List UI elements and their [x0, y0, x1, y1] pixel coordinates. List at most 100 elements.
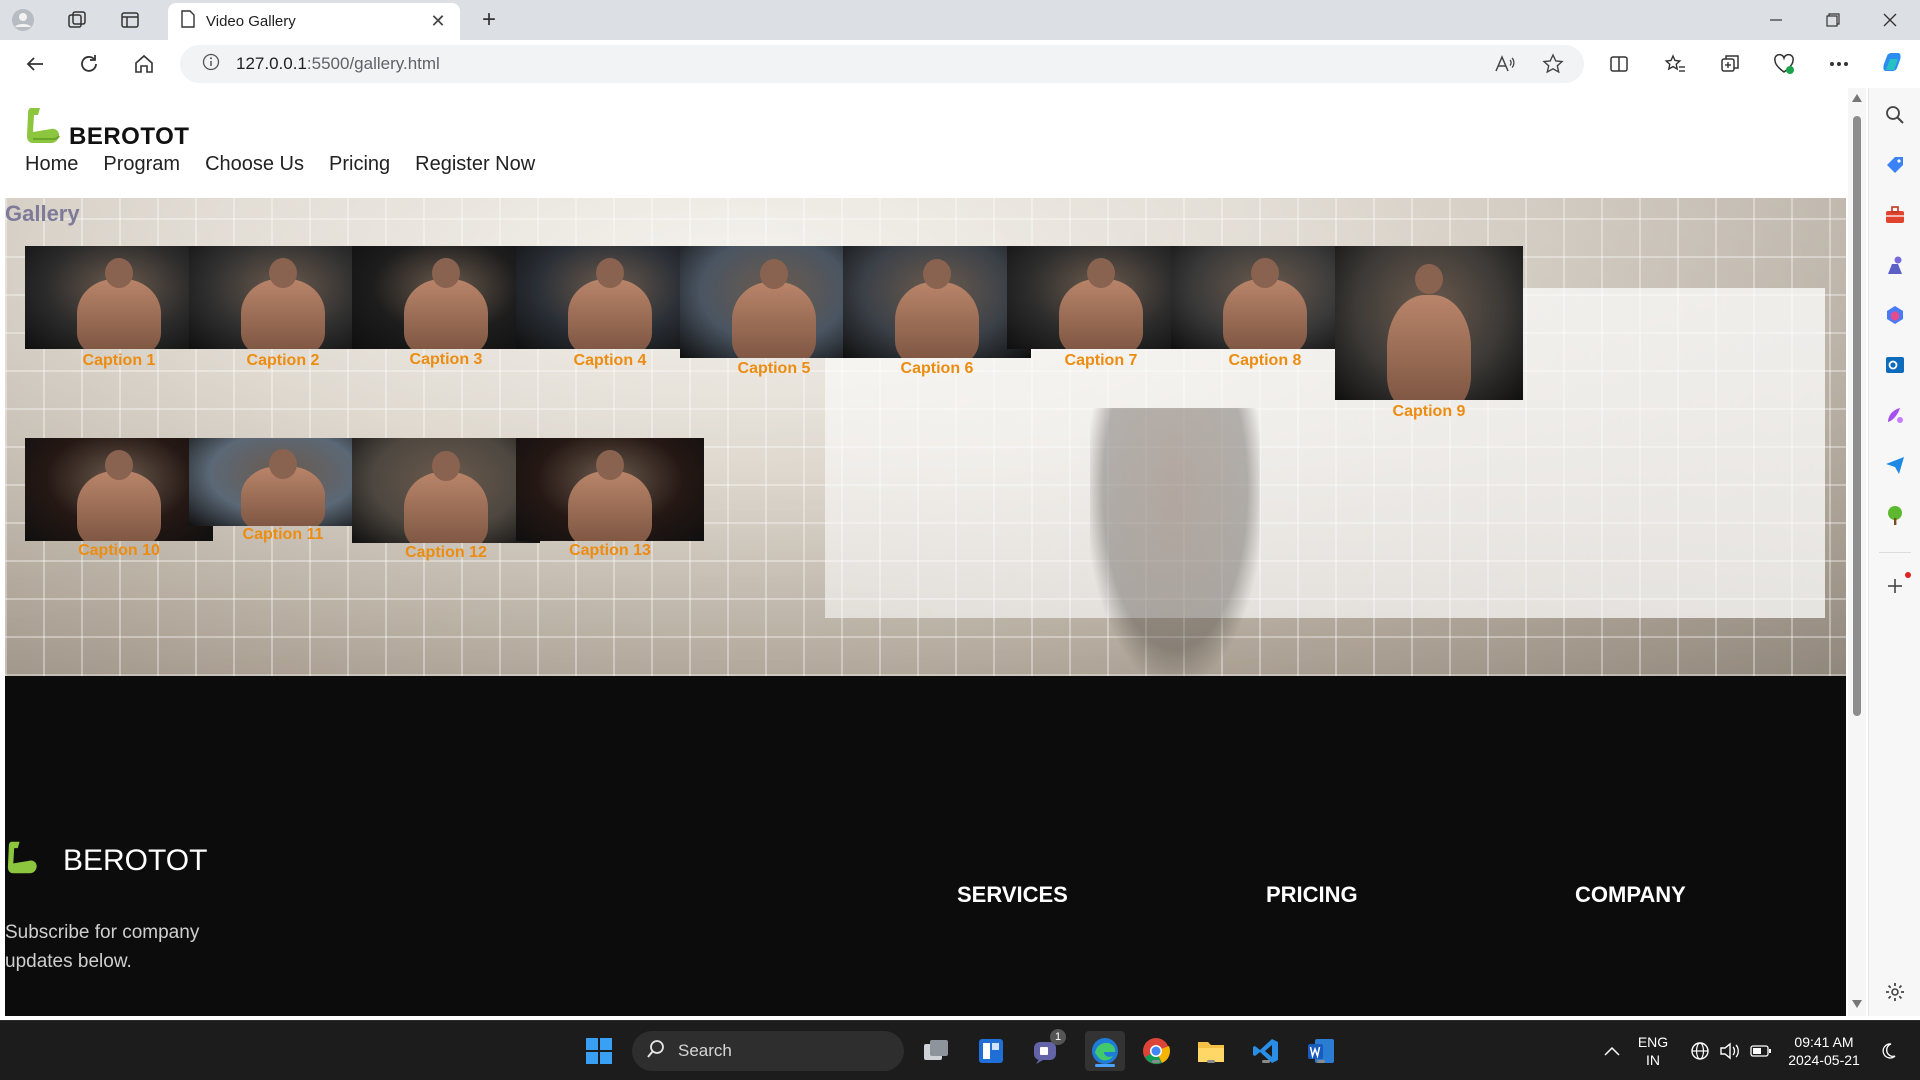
gallery-card[interactable]: Caption 6: [843, 246, 1031, 378]
tab-video-gallery[interactable]: Video Gallery ✕: [168, 3, 460, 40]
gallery-thumbnail[interactable]: [25, 438, 213, 541]
new-tab-button[interactable]: +: [474, 6, 504, 34]
gallery-thumbnail[interactable]: [189, 246, 377, 349]
network-globe-icon[interactable]: [1684, 1035, 1716, 1067]
nav-choose-us[interactable]: Choose Us: [205, 153, 304, 176]
shopping-tag-icon[interactable]: [1883, 153, 1907, 177]
site-info-icon[interactable]: [202, 53, 220, 76]
taskbar-search[interactable]: Search: [632, 1031, 904, 1071]
workspaces-icon[interactable]: [62, 6, 92, 34]
footer-logo[interactable]: BEROTOT: [5, 840, 207, 881]
home-icon[interactable]: [127, 48, 161, 80]
teams-badge: 1: [1050, 1029, 1066, 1045]
settings-gear-icon[interactable]: [1883, 980, 1907, 1004]
reload-icon[interactable]: [72, 48, 106, 80]
gallery-thumbnail[interactable]: [516, 438, 704, 541]
gallery-thumbnail[interactable]: [189, 438, 377, 526]
site-logo[interactable]: BEROTOT: [25, 106, 189, 151]
designer-icon[interactable]: [1883, 403, 1907, 427]
split-screen-icon[interactable]: [1604, 50, 1634, 78]
battery-icon[interactable]: [1745, 1035, 1777, 1067]
gallery-card[interactable]: Caption 13: [516, 438, 704, 560]
gallery-thumbnail[interactable]: [25, 246, 213, 349]
copilot-icon[interactable]: [1878, 50, 1908, 78]
favorites-icon[interactable]: [1660, 50, 1690, 78]
athlete-figure: [1223, 279, 1307, 349]
url-host: 127.0.0.1: [236, 54, 307, 73]
athlete-head: [1087, 258, 1115, 288]
send-icon[interactable]: [1883, 453, 1907, 477]
gallery-thumbnail[interactable]: [352, 438, 540, 543]
microsoft-365-icon[interactable]: [1883, 303, 1907, 327]
gallery-thumbnail[interactable]: [843, 246, 1031, 358]
nav-register-now[interactable]: Register Now: [415, 153, 535, 176]
teams-chat-icon[interactable]: 1: [1030, 1029, 1066, 1067]
gallery-card[interactable]: Caption 11: [189, 438, 377, 544]
volume-icon[interactable]: [1714, 1035, 1746, 1067]
tools-icon[interactable]: [1883, 203, 1907, 227]
gallery-card[interactable]: Caption 3: [352, 246, 540, 369]
athlete-head: [432, 451, 460, 481]
gallery-card[interactable]: Caption 2: [189, 246, 377, 370]
page-icon: [180, 10, 196, 33]
edge-taskbar-icon[interactable]: [1085, 1031, 1125, 1071]
gallery-thumbnail[interactable]: [1335, 246, 1523, 400]
footer-pricing-heading: PRICING: [1266, 882, 1358, 907]
language-indicator[interactable]: ENG IN: [1636, 1033, 1670, 1069]
show-hidden-icons-chevron-icon[interactable]: [1596, 1035, 1628, 1067]
games-icon[interactable]: [1883, 253, 1907, 277]
gallery-card[interactable]: Caption 10: [25, 438, 213, 560]
outlook-icon[interactable]: [1883, 353, 1907, 377]
vscode-icon[interactable]: [1250, 1035, 1282, 1067]
favorite-star-icon[interactable]: [1538, 50, 1568, 78]
minimize-icon[interactable]: [1756, 6, 1796, 34]
gallery-card[interactable]: Caption 9: [1335, 246, 1523, 421]
browser-essentials-icon[interactable]: [1769, 50, 1799, 78]
gallery-card[interactable]: Caption 5: [680, 246, 868, 378]
tree-icon[interactable]: [1883, 503, 1907, 527]
gallery-caption: Caption 5: [737, 360, 811, 377]
close-tab-icon[interactable]: ✕: [428, 11, 448, 32]
tab-actions-icon[interactable]: [115, 6, 145, 34]
gallery-card[interactable]: Caption 12: [352, 438, 540, 562]
gallery-thumbnail[interactable]: [680, 246, 868, 358]
gallery-card[interactable]: Caption 8: [1171, 246, 1359, 370]
file-explorer-icon[interactable]: [1195, 1035, 1227, 1067]
restore-icon[interactable]: [1813, 6, 1853, 34]
gallery-caption: Caption 7: [1064, 352, 1138, 369]
profile-icon[interactable]: [8, 6, 38, 34]
read-aloud-icon[interactable]: [1490, 50, 1520, 78]
windows-start-icon[interactable]: [583, 1035, 615, 1067]
gallery-card[interactable]: Caption 1: [25, 246, 213, 370]
collections-icon[interactable]: [1715, 50, 1745, 78]
nav-home[interactable]: Home: [25, 153, 78, 176]
do-not-disturb-moon-icon[interactable]: [1872, 1035, 1904, 1067]
nav-pricing[interactable]: Pricing: [329, 153, 390, 176]
add-icon[interactable]: [1883, 572, 1911, 598]
gallery-thumbnail[interactable]: [352, 246, 540, 349]
gallery-thumbnail[interactable]: [516, 246, 704, 349]
footer-services-heading: SERVICES: [957, 882, 1068, 907]
gallery-card[interactable]: Caption 7: [1007, 246, 1195, 370]
task-view-icon[interactable]: [920, 1035, 952, 1067]
nav-program[interactable]: Program: [103, 153, 180, 176]
gallery-caption: Caption 2: [246, 352, 320, 369]
page-scrollbar[interactable]: [1848, 88, 1866, 1016]
gallery-card[interactable]: Caption 4: [516, 246, 704, 370]
back-icon[interactable]: [18, 48, 52, 80]
close-window-icon[interactable]: [1870, 6, 1910, 34]
search-icon[interactable]: [1883, 103, 1907, 127]
gallery-thumbnail[interactable]: [1171, 246, 1359, 349]
clock[interactable]: 09:41 AM 2024-05-21: [1782, 1033, 1866, 1069]
scrollbar-thumb[interactable]: [1853, 116, 1861, 716]
more-options-icon[interactable]: [1824, 50, 1854, 78]
athlete-figure: [732, 282, 816, 358]
word-icon[interactable]: [1305, 1035, 1337, 1067]
athlete-figure: [568, 471, 652, 541]
address-bar[interactable]: 127.0.0.1:5500/gallery.html: [180, 45, 1584, 83]
gallery-thumbnail[interactable]: [1007, 246, 1195, 349]
language-region: IN: [1646, 1052, 1660, 1068]
athlete-figure: [1059, 279, 1143, 349]
chrome-icon[interactable]: [1140, 1035, 1172, 1067]
widgets-icon[interactable]: [975, 1035, 1007, 1067]
